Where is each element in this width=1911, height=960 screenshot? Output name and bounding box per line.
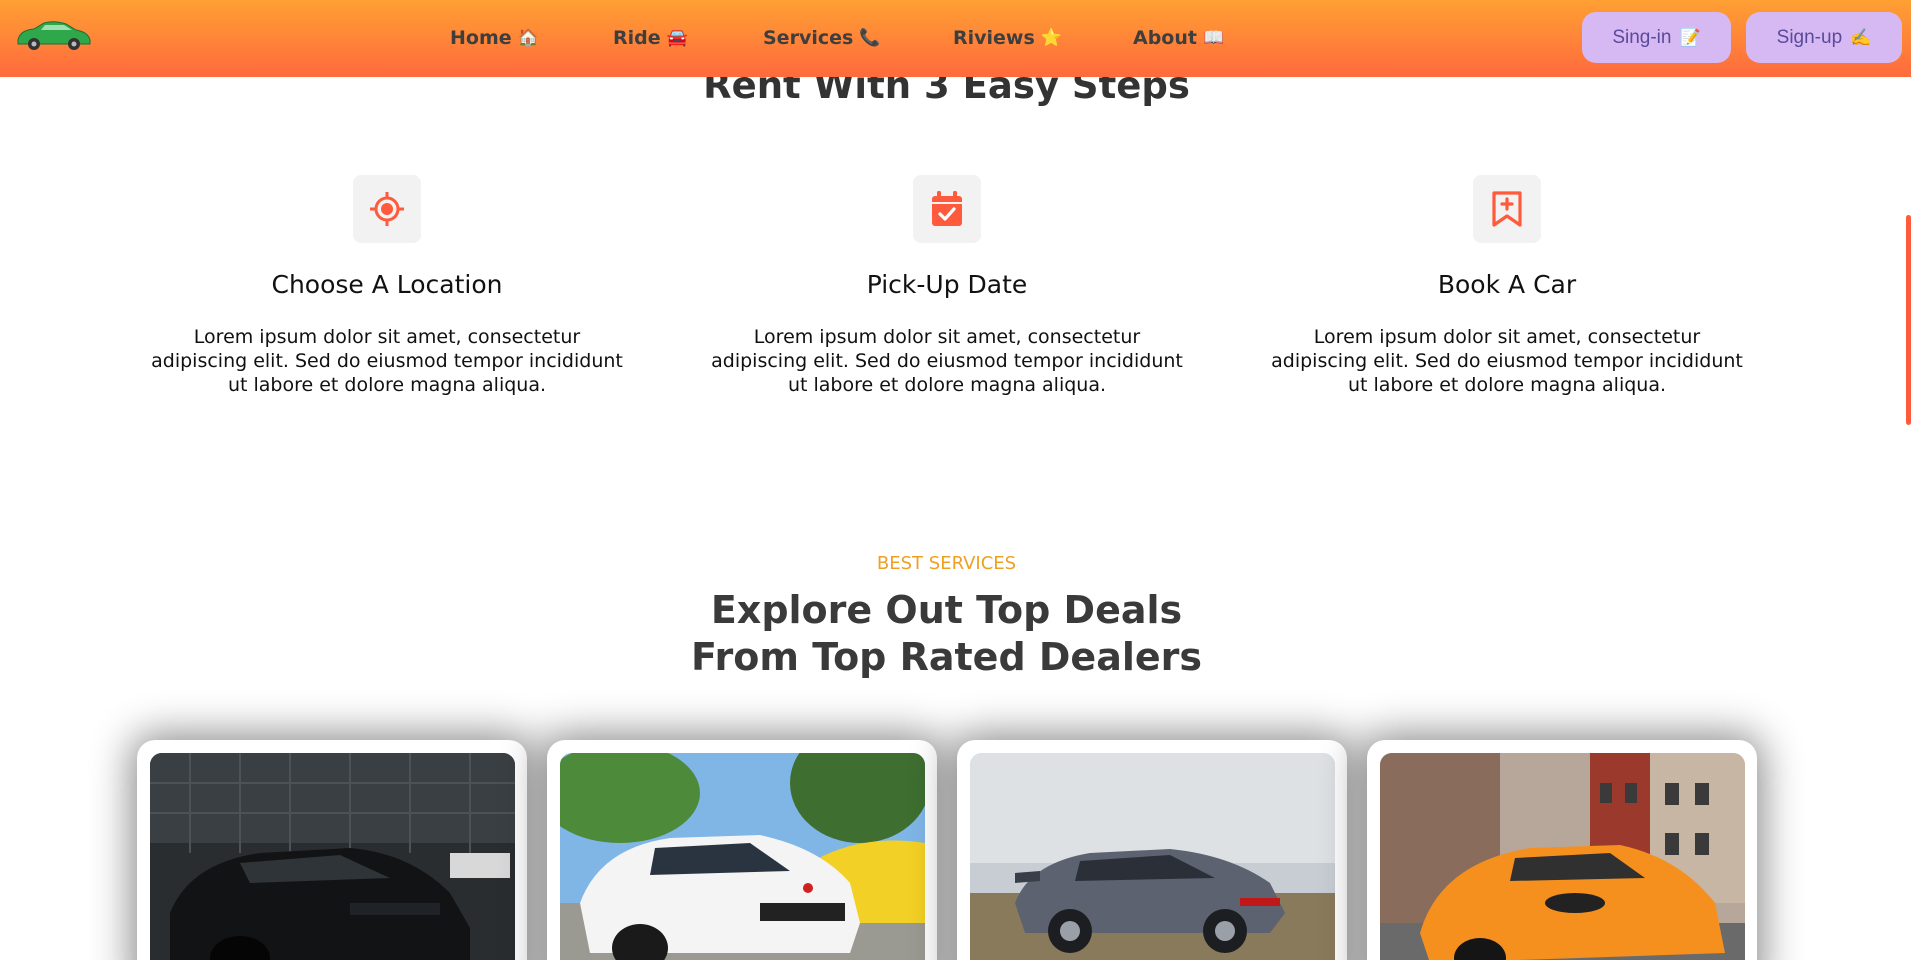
writing-hand-icon: ✍️ xyxy=(1850,27,1872,47)
step-description: Lorem ipsum dolor sit amet, consectetur … xyxy=(151,326,623,396)
car-icon: 🚘 xyxy=(666,28,688,48)
deal-card[interactable] xyxy=(957,740,1347,960)
white-car-photo xyxy=(560,753,925,960)
orange-car-photo xyxy=(1380,753,1745,960)
grey-car-photo xyxy=(970,753,1335,960)
nav-reviews[interactable]: Riviews ⭐ xyxy=(953,27,1062,49)
nav-services-label: Services xyxy=(763,27,854,49)
deal-card[interactable] xyxy=(547,740,937,960)
black-car-photo xyxy=(150,753,515,960)
step-title: Book A Car xyxy=(1437,270,1577,299)
book-icon: 📖 xyxy=(1202,28,1225,48)
memo-icon: 📝 xyxy=(1679,27,1701,47)
step-pickup-date: Pick-Up Date Lorem ipsum dolor sit amet,… xyxy=(702,175,1192,397)
nav-about-label: About xyxy=(1133,27,1197,49)
deal-card[interactable] xyxy=(1367,740,1757,960)
calendar-check-icon xyxy=(913,175,981,243)
page-scrollbar[interactable] xyxy=(1906,215,1911,425)
step-book-car: Book A Car Lorem ipsum dolor sit amet, c… xyxy=(1262,175,1752,397)
step-choose-location: Choose A Location Lorem ipsum dolor sit … xyxy=(142,175,632,397)
deals-title: Explore Out Top Deals From Top Rated Dea… xyxy=(0,587,1893,681)
house-icon: 🏠 xyxy=(517,28,539,48)
signin-button[interactable]: Sing-in 📝 xyxy=(1582,12,1731,63)
deals-eyebrow: BEST SERVICES xyxy=(876,553,1017,574)
step-title: Pick-Up Date xyxy=(866,270,1028,299)
star-icon: ⭐ xyxy=(1040,28,1062,48)
bookmark-plus-icon xyxy=(1473,175,1541,243)
nav-services[interactable]: Services 📞 xyxy=(763,27,880,49)
deals-title-line1: Explore Out Top Deals xyxy=(710,588,1183,632)
car-logo-icon[interactable] xyxy=(14,18,94,52)
nav-reviews-label: Riviews xyxy=(953,27,1035,49)
signup-button[interactable]: Sign-up ✍️ xyxy=(1746,12,1902,63)
phone-icon: 📞 xyxy=(859,28,881,48)
nav-ride[interactable]: Ride 🚘 xyxy=(613,27,688,49)
step-title: Choose A Location xyxy=(271,270,503,299)
nav-ride-label: Ride xyxy=(613,27,661,49)
nav-home-label: Home xyxy=(450,27,512,49)
signin-label: Sing-in xyxy=(1612,26,1672,48)
site-header: Home 🏠 Ride 🚘 Services 📞 Riviews ⭐ About… xyxy=(0,0,1911,77)
step-description: Lorem ipsum dolor sit amet, consectetur … xyxy=(711,326,1183,396)
nav-about[interactable]: About 📖 xyxy=(1133,27,1224,49)
step-description: Lorem ipsum dolor sit amet, consectetur … xyxy=(1271,326,1743,396)
signup-label: Sign-up xyxy=(1776,26,1843,48)
nav-home[interactable]: Home 🏠 xyxy=(450,27,539,49)
deal-card[interactable] xyxy=(137,740,527,960)
deals-title-line2: From Top Rated Dealers xyxy=(691,635,1202,679)
location-target-icon xyxy=(353,175,421,243)
